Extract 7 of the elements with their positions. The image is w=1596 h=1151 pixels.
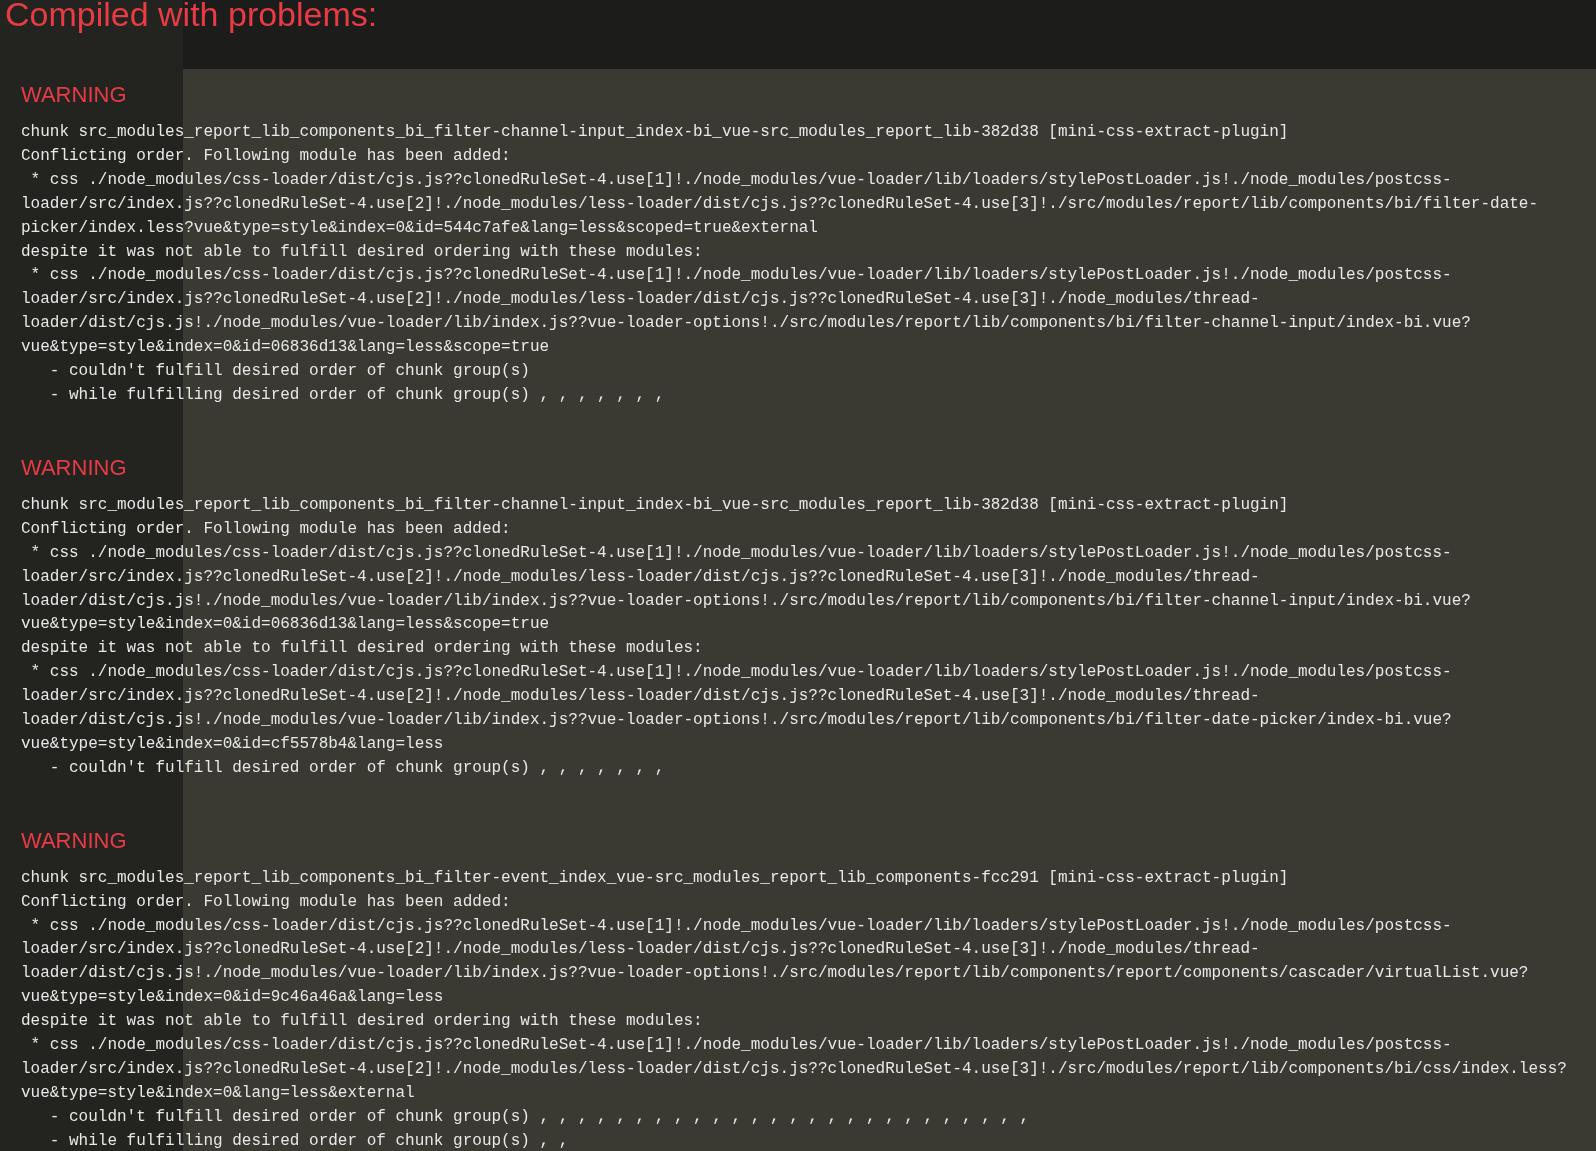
warning-message: chunk src_modules_report_lib_components_bi_filter-event_index_vue-src_modules_report_lib_components-fcc291 [mini-css-extract-plugin] Conflicting order. Following module has been added: * css ./node_modules/css-loader/dist/cjs.js??clonedRuleSet-4.use[1]!./node_modules/vue-loader/lib/loaders/stylePostLoader.js!./node_modules/postcss- loader/src/index.js??clonedRuleSet-4.use[2]!./node_modules/less-loader/dist/cjs.js??clonedRuleSet-4.use[3]!./node_modules/thread- loader/dist/cjs.js!./node_modules/vue-loader/lib/index.js??vue-loader-options!./src/modules/report/lib/components/report/components/cascader/virtualList.vue? vue&type=style&index=0&id=9c46a46a&lang=less despite it was not able to fulfill desired ordering with these modules: * css ./node_modules/css-loader/dist/cjs.js??clonedRuleSet-4.use[1]!./node_modules/vue-loader/lib/loaders/stylePostLoader.js!./node_modules/postcss- loader/src/index.js??clonedRuleSet-4.use[2]!./node_modules/less-loader/dist/cjs.js??clonedRuleSet-4.use[3]!./src/modules/report/lib/components/bi/css/index.less? vue&type=style&index=0&lang=less&external - couldn't fulfill desired order of chunk group(s) , , , , , , , , , , , , , , , , , , , , , , , , , , - while fulfilling desired order of chunk group(s) , ,: [21, 867, 1567, 1151]
warning-heading: WARNING: [21, 826, 127, 855]
warning-heading: WARNING: [21, 81, 127, 109]
warning-message: chunk src_modules_report_lib_components_bi_filter-channel-input_index-bi_vue-src_modules_report_lib-382d38 [mini-css-extract-plugin] Conflicting order. Following module has been added: * css ./node_modules/css-loader/dist/cjs.js??clonedRuleSet-4.use[1]!./node_modules/vue-loader/lib/loaders/stylePostLoader.js!./node_modules/postcss- loader/src/index.js??clonedRuleSet-4.use[2]!./node_modules/less-loader/dist/cjs.js??clonedRuleSet-4.use[3]!./src/modules/report/lib/components/bi/filter-date- picker/index.less?vue&type=style&index=0&id=544c7afe&lang=less&scoped=true&external despite it was not able to fulfill desired ordering with these modules: * css ./node_modules/css-loader/dist/cjs.js??clonedRuleSet-4.use[1]!./node_modules/vue-loader/lib/loaders/stylePostLoader.js!./node_modules/postcss- loader/src/index.js??clonedRuleSet-4.use[2]!./node_modules/less-loader/dist/cjs.js??clonedRuleSet-4.use[3]!./node_modules/thread- loader/dist/cjs.js!./node_modules/vue-loader/lib/index.js??vue-loader-options!./src/modules/report/lib/components/bi/filter-channel-input/index-bi.vue? vue&type=style&index=0&id=06836d13&lang=less&scope=true - couldn't fulfill desired order of chunk group(s) - while fulfilling desired order of chunk group(s) , , , , , , ,: [21, 122, 1539, 406]
overlay-title: Compiled with problems:: [5, 0, 378, 34]
warning-heading: WARNING: [21, 453, 127, 482]
warning-message: chunk src_modules_report_lib_components_bi_filter-channel-input_index-bi_vue-src_modules_report_lib-382d38 [mini-css-extract-plugin] Conflicting order. Following module has been added: * css ./node_modules/css-loader/dist/cjs.js??clonedRuleSet-4.use[1]!./node_modules/vue-loader/lib/loaders/stylePostLoader.js!./node_modules/postcss- loader/src/index.js??clonedRuleSet-4.use[2]!./node_modules/less-loader/dist/cjs.js??clonedRuleSet-4.use[3]!./node_modules/thread- loader/dist/cjs.js!./node_modules/vue-loader/lib/index.js??vue-loader-options!./src/modules/report/lib/components/bi/filter-channel-input/index-bi.vue? vue&type=style&index=0&id=06836d13&lang=less&scope=true despite it was not able to fulfill desired ordering with these modules: * css ./node_modules/css-loader/dist/cjs.js??clonedRuleSet-4.use[1]!./node_modules/vue-loader/lib/loaders/stylePostLoader.js!./node_modules/postcss- loader/src/index.js??clonedRuleSet-4.use[2]!./node_modules/less-loader/dist/cjs.js??clonedRuleSet-4.use[3]!./node_modules/thread- loader/dist/cjs.js!./node_modules/vue-loader/lib/index.js??vue-loader-options!./src/modules/report/lib/components/bi/filter-date-picker/index-bi.vue? vue&type=style&index=0&id=cf5578b4&lang=less - couldn't fulfill desired order of chunk group(s) , , , , , , ,: [21, 494, 1471, 779]
